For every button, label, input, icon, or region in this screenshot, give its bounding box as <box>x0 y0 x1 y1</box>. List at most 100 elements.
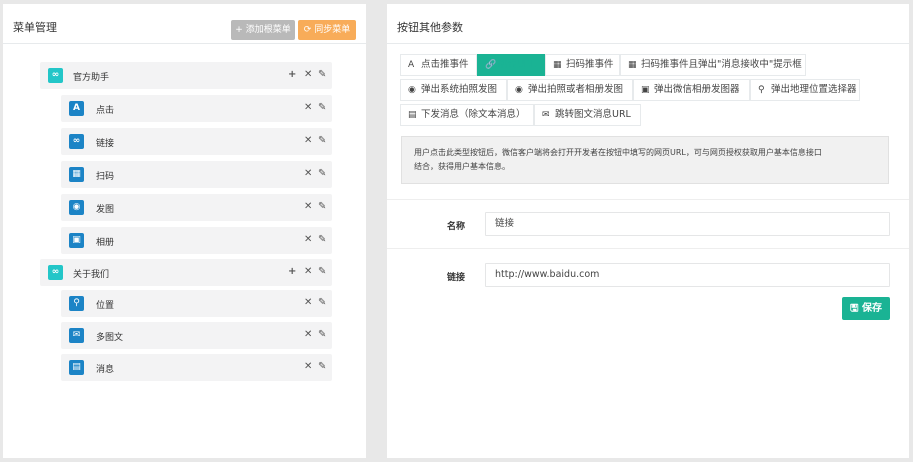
menu-panel-title: 菜单管理 <box>13 21 57 34</box>
tab-view-url[interactable]: 🔗 跳转URL <box>477 54 545 76</box>
menu-item-about-us[interactable]: ∞ 关于我们 + ✕ ✎ <box>40 259 332 286</box>
name-field-label: 名称 <box>447 222 466 232</box>
menu-item-label: 官方助手 <box>73 73 110 83</box>
add-submenu-icon[interactable]: + <box>288 69 296 81</box>
params-panel-title: 按钮其他参数 <box>397 21 463 34</box>
divider <box>387 199 909 200</box>
tab-label: 扫码推事件且弹出"消息接收中"提示框 <box>641 59 802 70</box>
menu-item-scan[interactable]: ▦ 扫码 ✕ ✎ <box>61 161 332 188</box>
tab-label: 扫码推事件 <box>566 59 614 70</box>
barcode-icon: ▦ <box>628 60 637 70</box>
delete-icon[interactable]: ✕ <box>304 201 312 213</box>
menu-item-location[interactable]: ⚲ 位置 ✕ ✎ <box>61 290 332 317</box>
menu-management-panel: 菜单管理 + 添加根菜单 ⟳ 同步菜单 ∞ 官方助手 + ✕ ✎ A 点击 ✕ … <box>3 4 366 458</box>
link-icon: 🔗 <box>485 60 497 70</box>
divider <box>387 248 909 249</box>
tab-scan-waitmsg[interactable]: ▦ 扫码推事件且弹出"消息接收中"提示框 <box>620 54 806 76</box>
sync-menu-button[interactable]: ⟳ 同步菜单 <box>298 20 356 40</box>
message-icon: ▤ <box>408 110 417 120</box>
tab-label: 跳转URL <box>498 59 536 70</box>
edit-icon[interactable]: ✎ <box>318 102 326 114</box>
map-marker-icon: ⚲ <box>758 85 765 95</box>
menu-item-label: 消息 <box>96 365 115 375</box>
link-icon: ∞ <box>48 265 63 280</box>
tab-description: 用户点击此类型按钮后，微信客户端将会打开开发者在按钮中填写的网页URL，可与网页… <box>401 136 889 184</box>
save-button[interactable]: 🖫 保存 <box>842 297 890 320</box>
edit-icon[interactable]: ✎ <box>318 361 326 373</box>
menu-item-message[interactable]: ▤ 消息 ✕ ✎ <box>61 354 332 381</box>
map-marker-icon: ⚲ <box>69 296 84 311</box>
add-root-menu-button[interactable]: + 添加根菜单 <box>231 20 295 40</box>
camera-icon: ◉ <box>515 85 523 95</box>
tab-label: 弹出拍照或者相册发图 <box>528 84 624 95</box>
menu-item-label: 相册 <box>96 238 115 248</box>
delete-icon[interactable]: ✕ <box>304 168 312 180</box>
delete-icon[interactable]: ✕ <box>304 135 312 147</box>
menu-item-click[interactable]: A 点击 ✕ ✎ <box>61 95 332 122</box>
edit-icon[interactable]: ✎ <box>318 69 326 81</box>
barcode-icon: ▦ <box>69 167 84 182</box>
delete-icon[interactable]: ✕ <box>304 361 312 373</box>
tab-pic-sysphoto[interactable]: ◉ 弹出系统拍照发图 <box>400 79 507 101</box>
edit-icon[interactable]: ✎ <box>318 135 326 147</box>
delete-icon[interactable]: ✕ <box>304 266 312 278</box>
picture-icon: ▣ <box>69 233 84 248</box>
menu-item-label: 关于我们 <box>73 270 110 280</box>
menu-item-label: 链接 <box>96 139 115 149</box>
add-submenu-icon[interactable]: + <box>288 266 296 278</box>
menu-item-link[interactable]: ∞ 链接 ✕ ✎ <box>61 128 332 155</box>
menu-item-album[interactable]: ▣ 相册 ✕ ✎ <box>61 227 332 254</box>
menu-item-label: 点击 <box>96 106 115 116</box>
delete-icon[interactable]: ✕ <box>304 297 312 309</box>
barcode-icon: ▦ <box>553 60 562 70</box>
edit-icon[interactable]: ✎ <box>318 329 326 341</box>
tab-pic-weixin[interactable]: ▣ 弹出微信相册发图器 <box>633 79 750 101</box>
tab-label: 弹出系统拍照发图 <box>421 84 498 95</box>
delete-icon[interactable]: ✕ <box>304 329 312 341</box>
link-field-label: 链接 <box>447 273 466 283</box>
description-line: 用户点击此类型按钮后，微信客户端将会打开开发者在按钮中填写的网页URL，可与网页… <box>414 148 822 157</box>
link-input[interactable]: http://www.baidu.com <box>485 263 890 287</box>
font-icon: A <box>408 60 415 70</box>
tab-label: 点击推事件 <box>421 59 469 70</box>
edit-icon[interactable]: ✎ <box>318 266 326 278</box>
tab-label: 跳转图文消息URL <box>555 109 631 120</box>
edit-icon[interactable]: ✎ <box>318 234 326 246</box>
delete-icon[interactable]: ✕ <box>304 102 312 114</box>
tab-click-event[interactable]: A 点击推事件 <box>400 54 477 76</box>
envelope-icon: ✉ <box>542 110 550 120</box>
menu-item-photo[interactable]: ◉ 发图 ✕ ✎ <box>61 194 332 221</box>
delete-icon[interactable]: ✕ <box>304 234 312 246</box>
menu-item-label: 扫码 <box>96 172 115 182</box>
divider <box>3 43 366 44</box>
camera-icon: ◉ <box>408 85 416 95</box>
link-icon: ∞ <box>48 68 63 83</box>
camera-icon: ◉ <box>69 200 84 215</box>
tab-label: 弹出地理位置选择器 <box>771 84 857 95</box>
edit-icon[interactable]: ✎ <box>318 201 326 213</box>
button-params-panel: 按钮其他参数 A 点击推事件 🔗 跳转URL ▦ 扫码推事件 ▦ 扫码推事件且弹出"消息… <box>387 4 909 458</box>
picture-icon: ▣ <box>641 85 650 95</box>
link-icon: ∞ <box>69 134 84 149</box>
tab-view-limited[interactable]: ✉ 跳转图文消息URL <box>534 104 641 126</box>
edit-icon[interactable]: ✎ <box>318 297 326 309</box>
tab-pic-photo-or-album[interactable]: ◉ 弹出拍照或者相册发图 <box>507 79 633 101</box>
envelope-icon: ✉ <box>69 328 84 343</box>
divider <box>387 43 909 44</box>
menu-item-official-assistant[interactable]: ∞ 官方助手 + ✕ ✎ <box>40 62 332 89</box>
description-line: 结合，获得用户基本信息。 <box>414 162 510 171</box>
tab-media-id[interactable]: ▤ 下发消息（除文本消息） <box>400 104 534 126</box>
name-input[interactable]: 链接 <box>485 212 890 236</box>
menu-item-label: 多图文 <box>96 333 124 343</box>
tab-label: 下发消息（除文本消息） <box>421 109 526 120</box>
menu-item-label: 发图 <box>96 205 115 215</box>
tab-label: 弹出微信相册发图器 <box>654 84 740 95</box>
message-icon: ▤ <box>69 360 84 375</box>
tab-scan-push[interactable]: ▦ 扫码推事件 <box>545 54 620 76</box>
menu-item-label: 位置 <box>96 301 115 311</box>
menu-item-multi-news[interactable]: ✉ 多图文 ✕ ✎ <box>61 322 332 349</box>
edit-icon[interactable]: ✎ <box>318 168 326 180</box>
font-icon: A <box>69 101 84 116</box>
tab-location-select[interactable]: ⚲ 弹出地理位置选择器 <box>750 79 860 101</box>
delete-icon[interactable]: ✕ <box>304 69 312 81</box>
